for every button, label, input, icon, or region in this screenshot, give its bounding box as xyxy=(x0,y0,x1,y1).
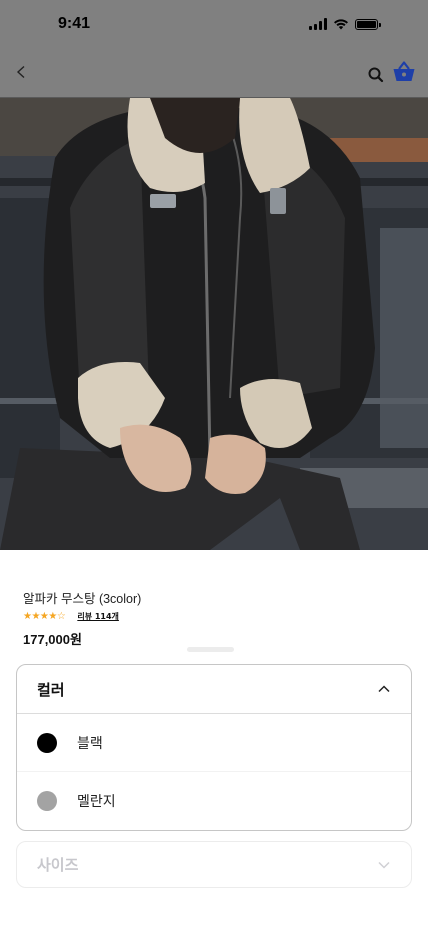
search-button[interactable] xyxy=(366,64,386,84)
product-name: 알파카 무스탕 (3color) xyxy=(23,592,142,606)
review-count-link[interactable]: 리뷰 114개 xyxy=(77,611,119,622)
search-icon xyxy=(368,67,384,83)
top-nav xyxy=(0,48,428,98)
cart-icon xyxy=(393,61,415,81)
size-option-title: 사이즈 xyxy=(37,856,79,874)
color-swatch-black xyxy=(37,732,57,753)
wifi-icon xyxy=(334,19,348,30)
color-option-title: 컬러 xyxy=(37,680,65,699)
product-price: 177,000원 xyxy=(23,632,82,647)
status-time: 9:41 xyxy=(58,15,91,32)
size-option-panel[interactable]: 사이즈 xyxy=(16,841,412,888)
color-option-black[interactable]: 블랙 xyxy=(17,714,411,772)
cart-button[interactable] xyxy=(391,59,417,85)
signal-icon xyxy=(309,18,327,30)
status-icons xyxy=(309,18,381,30)
chevron-left-icon xyxy=(16,65,25,79)
color-option-header[interactable]: 컬러 xyxy=(17,665,411,714)
color-option-panel: 컬러 블랙 멜란지 xyxy=(16,664,412,831)
color-option-melange[interactable]: 멜란지 xyxy=(17,772,411,830)
chevron-up-icon xyxy=(378,685,390,693)
jacket-photo xyxy=(0,98,428,550)
product-image xyxy=(0,98,428,550)
battery-icon xyxy=(355,18,381,30)
back-button[interactable] xyxy=(10,60,32,84)
sheet-drag-handle[interactable] xyxy=(187,647,234,652)
rating-stars-icon: ★★★★☆ xyxy=(23,610,66,622)
chevron-down-icon xyxy=(378,861,390,869)
rating-row: ★★★★☆ 리뷰 114개 xyxy=(23,609,403,623)
color-swatch-melange xyxy=(37,791,57,811)
color-option-label: 멜란지 xyxy=(77,794,116,810)
status-bar: 9:41 xyxy=(0,0,428,48)
product-info: 알파카 무스탕 (3color) ★★★★☆ 리뷰 114개 177,000원 xyxy=(23,588,403,648)
color-option-label: 블랙 xyxy=(77,735,103,752)
